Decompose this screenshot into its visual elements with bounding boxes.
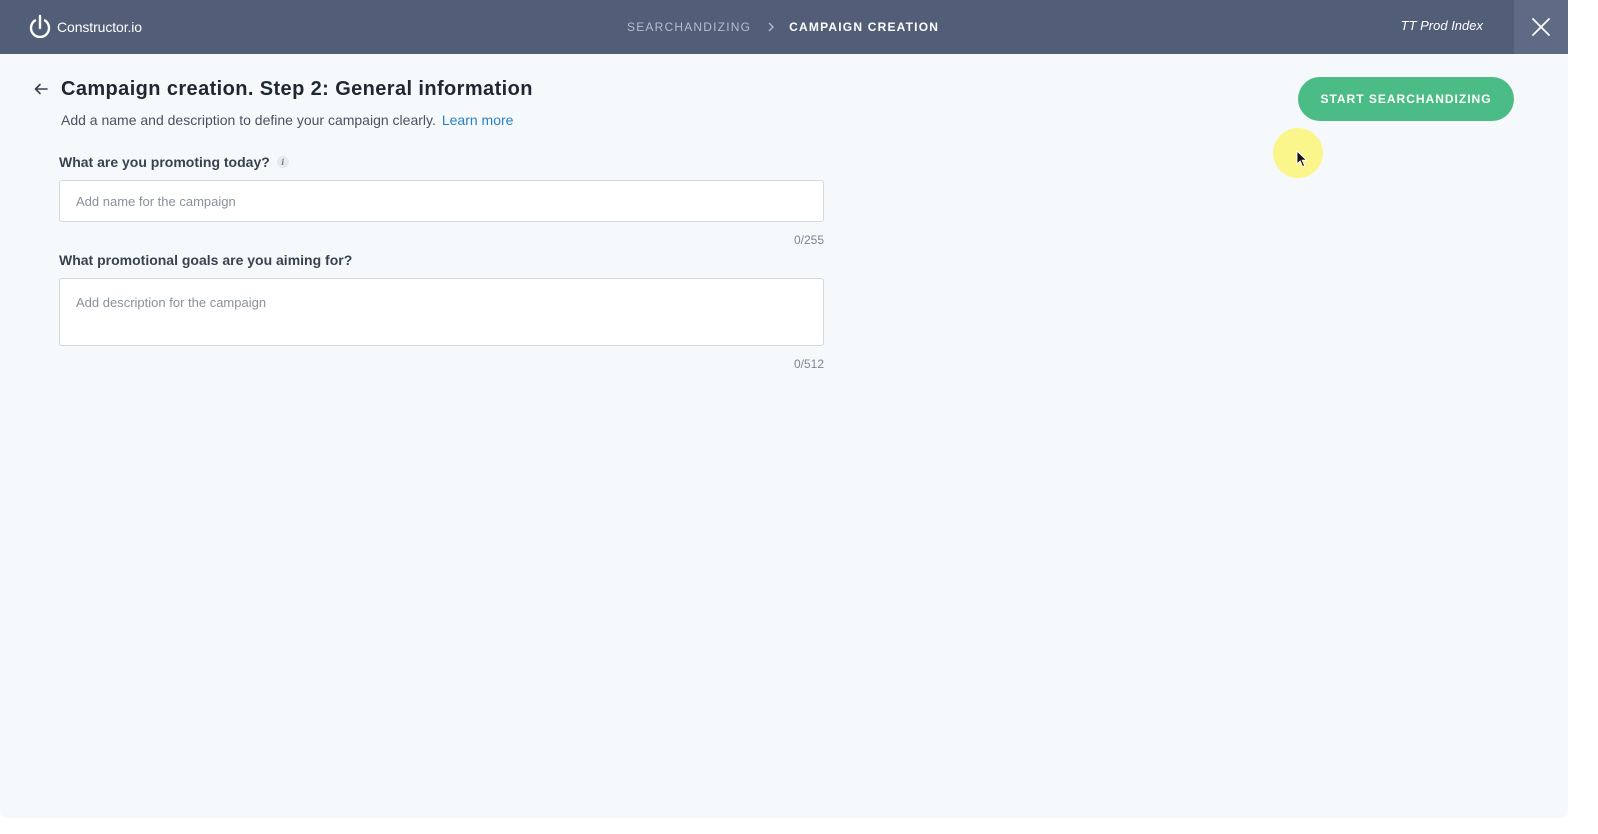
page-subtitle: Add a name and description to define you… xyxy=(61,112,513,128)
campaign-name-label: What are you promoting today? i xyxy=(59,154,289,170)
close-button[interactable] xyxy=(1514,0,1568,54)
back-button[interactable] xyxy=(33,81,49,97)
learn-more-link[interactable]: Learn more xyxy=(442,112,514,128)
breadcrumb-item-searchandizing[interactable]: SEARCHANDIZING xyxy=(627,20,751,34)
index-name[interactable]: TT Prod Index xyxy=(1401,18,1483,33)
logo[interactable]: Constructor.io xyxy=(28,14,142,40)
campaign-description-input[interactable] xyxy=(59,278,824,346)
campaign-name-label-text: What are you promoting today? xyxy=(59,154,270,170)
campaign-description-label-text: What promotional goals are you aiming fo… xyxy=(59,252,353,268)
arrow-left-icon xyxy=(34,83,48,95)
campaign-description-label: What promotional goals are you aiming fo… xyxy=(59,252,352,268)
mouse-cursor-icon xyxy=(1296,150,1308,168)
app-window: Constructor.io SEARCHANDIZING CAMPAIGN C… xyxy=(0,0,1568,818)
breadcrumb-item-campaign-creation: CAMPAIGN CREATION xyxy=(789,20,940,34)
campaign-description-counter: 0/512 xyxy=(793,357,824,371)
campaign-name-counter: 0/255 xyxy=(793,233,824,247)
campaign-name-input[interactable] xyxy=(59,180,824,222)
start-searchandizing-button[interactable]: START SEARCHANDIZING xyxy=(1298,77,1514,121)
breadcrumb: SEARCHANDIZING CAMPAIGN CREATION xyxy=(627,0,939,54)
page-title: Campaign creation. Step 2: General infor… xyxy=(61,78,533,100)
constructor-logo-icon xyxy=(29,14,51,39)
close-icon xyxy=(1532,18,1550,36)
subtitle-text: Add a name and description to define you… xyxy=(61,112,436,128)
logo-text: Constructor.io xyxy=(57,19,142,35)
info-icon[interactable]: i xyxy=(276,156,289,168)
chevron-right-icon xyxy=(768,22,775,32)
top-bar: Constructor.io SEARCHANDIZING CAMPAIGN C… xyxy=(0,0,1568,54)
